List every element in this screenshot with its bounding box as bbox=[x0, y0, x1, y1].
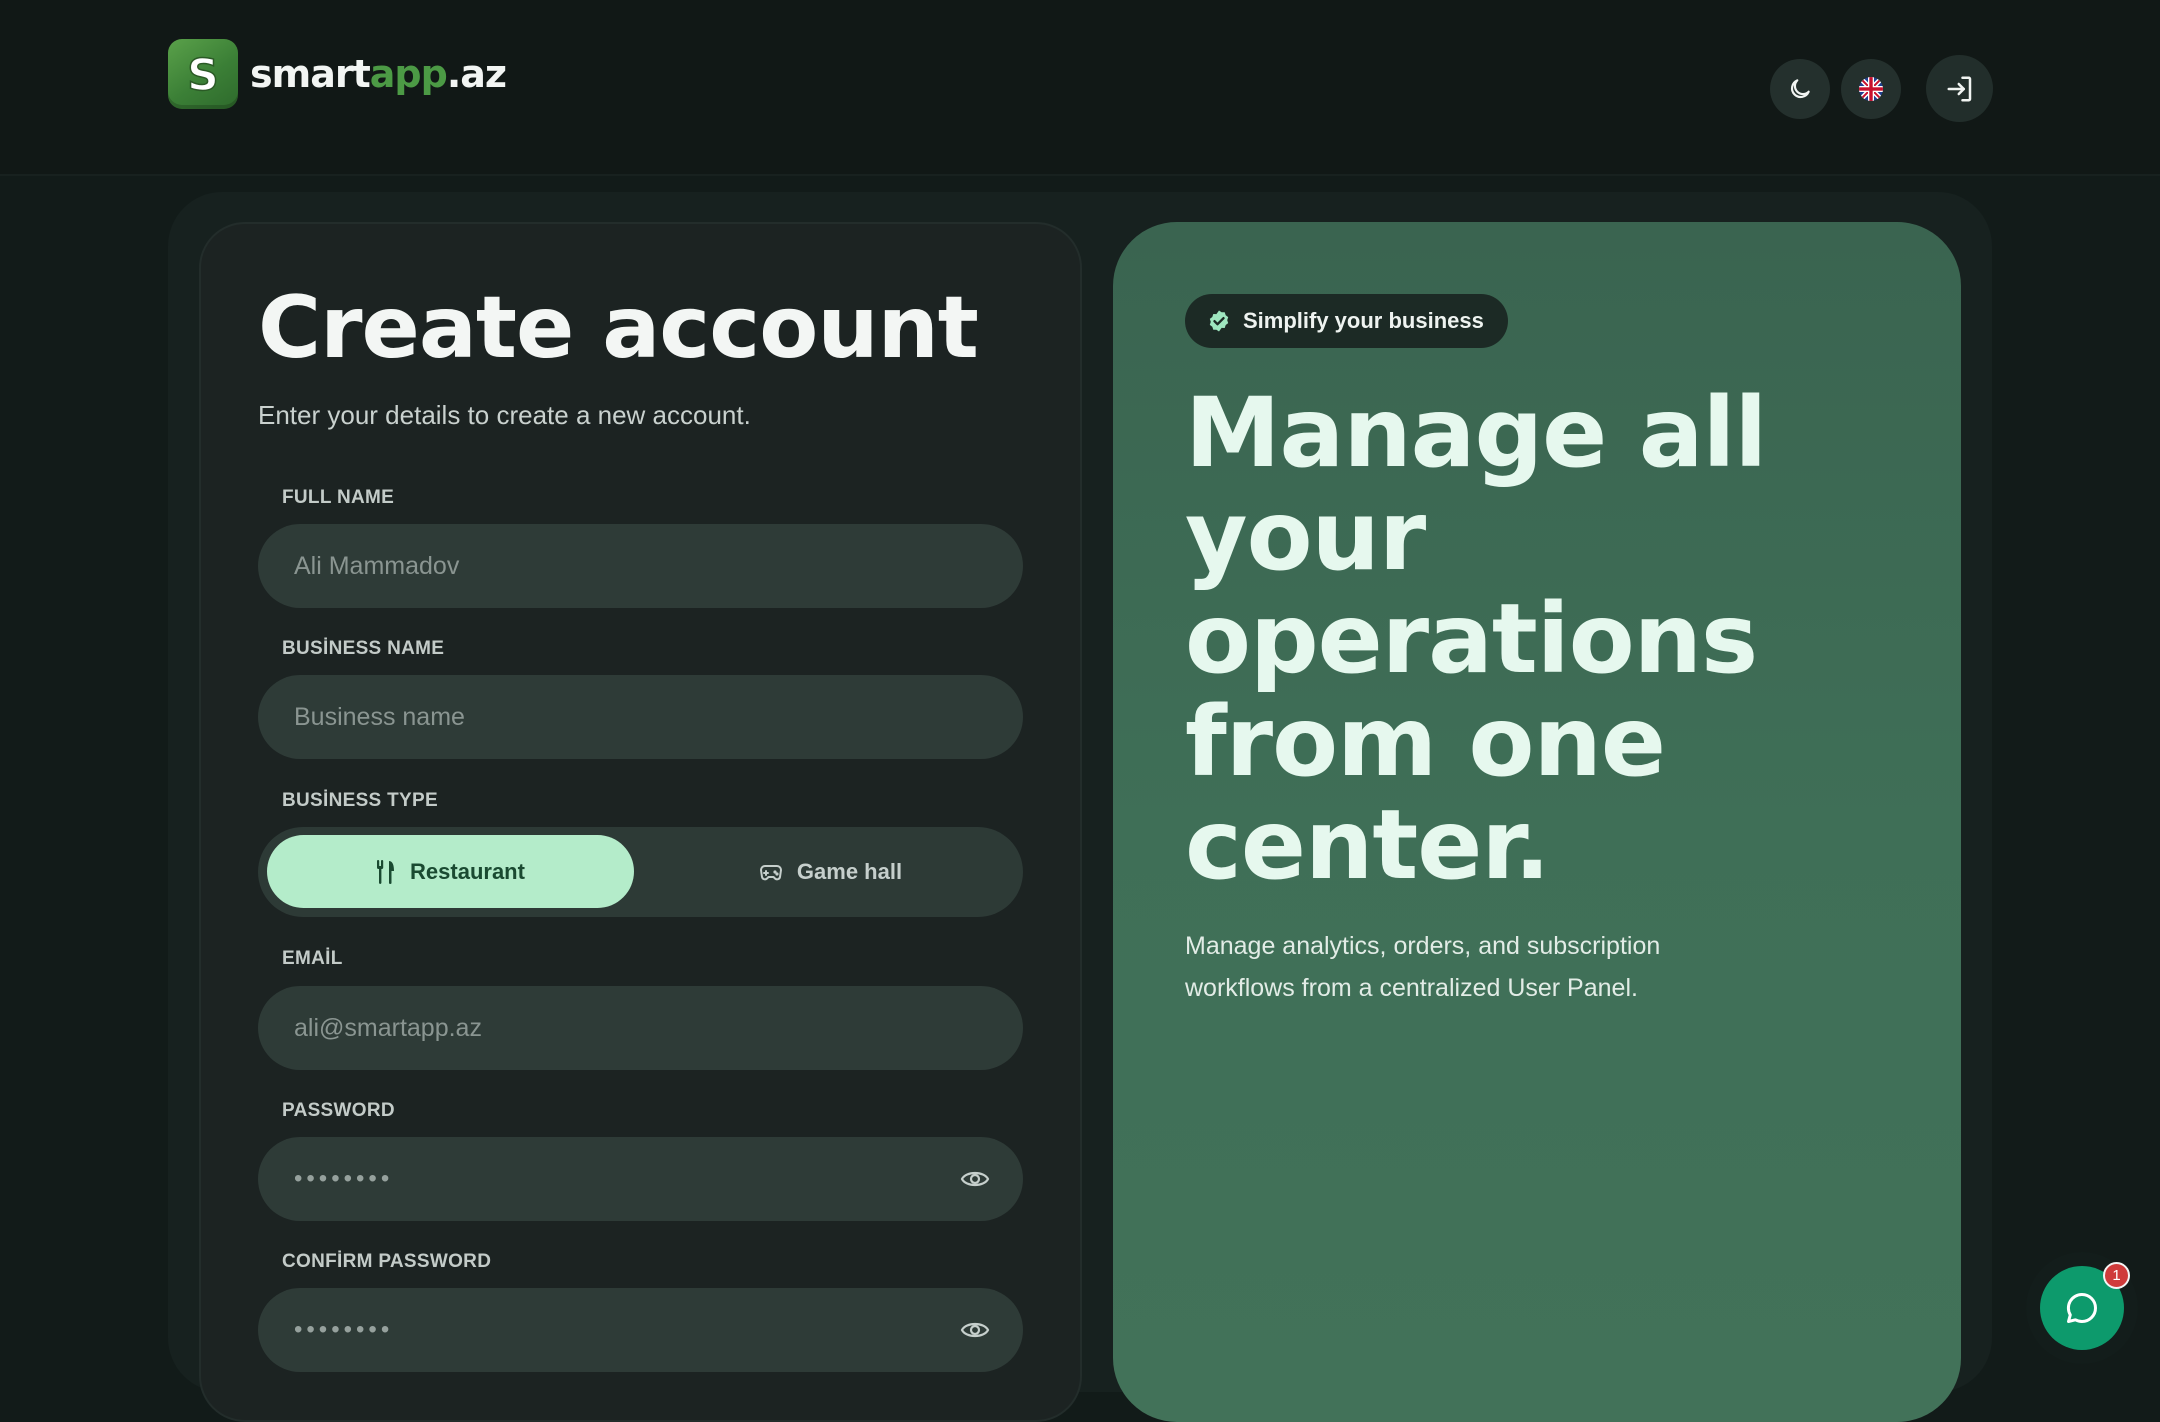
login-button[interactable] bbox=[1926, 55, 1993, 122]
restaurant-option-label: Restaurant bbox=[410, 858, 525, 884]
logo-mark-icon: S bbox=[168, 39, 238, 109]
promo-description: Manage analytics, orders, and subscripti… bbox=[1185, 932, 1661, 1002]
game-hall-option-label: Game hall bbox=[796, 858, 903, 884]
email-label: EMAİL bbox=[282, 948, 343, 969]
show-password-eye-icon[interactable] bbox=[959, 1164, 991, 1194]
promo-headline: Manage all your operations from one cent… bbox=[1185, 377, 1767, 901]
confirm-password-label: CONFİRM PASSWORD bbox=[282, 1251, 492, 1272]
language-button[interactable] bbox=[1841, 59, 1901, 119]
email-placeholder: ali@smartapp.az bbox=[294, 1013, 482, 1042]
chat-bubble-icon bbox=[2066, 1292, 2097, 1323]
confirm-password-input[interactable]: •••••••• bbox=[258, 1288, 1023, 1372]
full-name-input[interactable]: Ali Mammadov bbox=[258, 524, 1023, 608]
business-name-input[interactable]: Business name bbox=[258, 675, 1023, 759]
moon-icon bbox=[1790, 79, 1810, 99]
page-title: Create account bbox=[258, 278, 979, 378]
uk-flag-icon bbox=[1859, 77, 1883, 101]
promo-badge-text: Simplify your business bbox=[1243, 308, 1484, 333]
password-label: PASSWORD bbox=[282, 1100, 395, 1121]
confirm-password-value: •••••••• bbox=[294, 1316, 394, 1343]
email-input[interactable]: ali@smartapp.az bbox=[258, 986, 1023, 1070]
login-icon bbox=[1947, 76, 1971, 101]
verified-check-icon bbox=[1209, 310, 1229, 332]
brand-name: smartapp.az bbox=[250, 52, 507, 96]
brand-name-part-1: smart bbox=[250, 52, 371, 96]
password-value: •••••••• bbox=[294, 1165, 394, 1192]
gamepad-icon bbox=[759, 864, 782, 880]
top-header: S smartapp.az bbox=[0, 0, 2160, 176]
password-input[interactable]: •••••••• bbox=[258, 1137, 1023, 1221]
chat-unread-badge: 1 bbox=[2103, 1262, 2130, 1289]
full-name-label: FULL NAME bbox=[282, 487, 395, 508]
full-name-placeholder: Ali Mammadov bbox=[294, 551, 460, 580]
business-type-label: BUSİNESS TYPE bbox=[282, 790, 438, 811]
brand-name-part-3: .az bbox=[446, 52, 507, 96]
page-subtitle: Enter your details to create a new accou… bbox=[258, 400, 751, 430]
business-type-selector: Restaurant Game hall bbox=[258, 827, 1023, 917]
fork-knife-icon bbox=[377, 859, 395, 884]
svg-text:S: S bbox=[187, 50, 219, 99]
business-type-game-hall-option[interactable]: Game hall bbox=[647, 835, 1014, 908]
show-confirm-password-eye-icon[interactable] bbox=[959, 1315, 991, 1345]
theme-toggle-button[interactable] bbox=[1770, 59, 1830, 119]
business-name-label: BUSİNESS NAME bbox=[282, 638, 445, 659]
promo-badge: Simplify your business bbox=[1185, 294, 1508, 348]
business-type-restaurant-option[interactable]: Restaurant bbox=[267, 835, 634, 908]
brand-logo[interactable]: S smartapp.az bbox=[168, 39, 507, 109]
brand-name-part-2: app bbox=[369, 52, 448, 96]
business-name-placeholder: Business name bbox=[294, 702, 465, 731]
